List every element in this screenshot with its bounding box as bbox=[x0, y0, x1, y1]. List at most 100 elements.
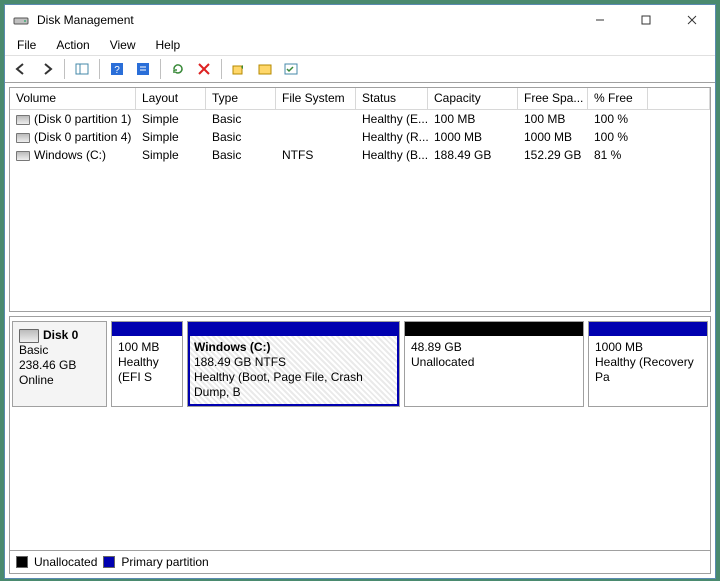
delete-button[interactable] bbox=[192, 58, 216, 80]
disk-icon bbox=[19, 329, 39, 343]
legend-unallocated: Unallocated bbox=[34, 555, 97, 569]
volume-pct: 81 % bbox=[588, 147, 648, 163]
partition-block[interactable]: 48.89 GBUnallocated bbox=[404, 321, 584, 407]
col-capacity[interactable]: Capacity bbox=[428, 88, 518, 110]
menu-file[interactable]: File bbox=[9, 36, 44, 54]
partition-block[interactable]: 100 MBHealthy (EFI S bbox=[111, 321, 183, 407]
disk-row: Disk 0 Basic 238.46 GB Online 100 MBHeal… bbox=[12, 321, 708, 407]
refresh-button[interactable] bbox=[166, 58, 190, 80]
drive-icon bbox=[16, 151, 30, 161]
disk-label[interactable]: Disk 0 Basic 238.46 GB Online bbox=[12, 321, 107, 407]
volume-capacity: 100 MB bbox=[428, 111, 518, 127]
close-button[interactable] bbox=[669, 5, 715, 35]
partition-size: 1000 MB bbox=[595, 340, 701, 355]
stripe-primary bbox=[112, 322, 182, 336]
legend-swatch-unallocated bbox=[16, 556, 28, 568]
partition-body: 48.89 GBUnallocated bbox=[405, 336, 583, 406]
legend-bar: Unallocated Primary partition bbox=[10, 550, 710, 573]
show-hide-console-tree-button[interactable] bbox=[70, 58, 94, 80]
stripe-primary bbox=[589, 322, 707, 336]
partition-size: 100 MB bbox=[118, 340, 176, 355]
menu-view[interactable]: View bbox=[102, 36, 144, 54]
properties-icon bbox=[135, 61, 151, 77]
minimize-icon bbox=[595, 15, 605, 25]
partition-status: Healthy (EFI S bbox=[118, 355, 176, 385]
volume-status: Healthy (E... bbox=[356, 111, 428, 127]
table-row[interactable]: (Disk 0 partition 1)SimpleBasicHealthy (… bbox=[10, 110, 710, 128]
partition-block[interactable]: Windows (C:)188.49 GB NTFSHealthy (Boot,… bbox=[187, 321, 400, 407]
col-freespace[interactable]: Free Spa... bbox=[518, 88, 588, 110]
col-type[interactable]: Type bbox=[206, 88, 276, 110]
partition-size: 188.49 GB NTFS bbox=[194, 355, 393, 370]
col-filesystem[interactable]: File System bbox=[276, 88, 356, 110]
legend-swatch-primary bbox=[103, 556, 115, 568]
volume-list-body[interactable]: (Disk 0 partition 1)SimpleBasicHealthy (… bbox=[10, 110, 710, 311]
svg-text:?: ? bbox=[114, 65, 120, 76]
disk-state: Online bbox=[19, 373, 100, 388]
volume-status: Healthy (B... bbox=[356, 147, 428, 163]
col-volume[interactable]: Volume bbox=[10, 88, 136, 110]
col-layout[interactable]: Layout bbox=[136, 88, 206, 110]
partition-body: 100 MBHealthy (EFI S bbox=[112, 336, 182, 406]
refresh-icon bbox=[170, 61, 186, 77]
drive-icon bbox=[16, 133, 30, 143]
list-icon bbox=[257, 61, 273, 77]
volume-capacity: 188.49 GB bbox=[428, 147, 518, 163]
minimize-button[interactable] bbox=[577, 5, 623, 35]
toolbar-separator bbox=[221, 59, 222, 79]
toolbar-separator bbox=[99, 59, 100, 79]
volume-free: 152.29 GB bbox=[518, 147, 588, 163]
menubar: File Action View Help bbox=[5, 35, 715, 55]
help-button[interactable]: ? bbox=[105, 58, 129, 80]
action-list-button[interactable] bbox=[279, 58, 303, 80]
volume-capacity: 1000 MB bbox=[428, 129, 518, 145]
volume-name: (Disk 0 partition 4) bbox=[10, 129, 136, 145]
volume-pct: 100 % bbox=[588, 111, 648, 127]
legend-primary: Primary partition bbox=[121, 555, 208, 569]
table-row[interactable]: Windows (C:)SimpleBasicNTFSHealthy (B...… bbox=[10, 146, 710, 164]
back-button[interactable] bbox=[9, 58, 33, 80]
volume-free: 100 MB bbox=[518, 111, 588, 127]
partition-status: Healthy (Recovery Pa bbox=[595, 355, 701, 385]
toolbar-separator bbox=[160, 59, 161, 79]
volume-type: Basic bbox=[206, 129, 276, 145]
volume-status: Healthy (R... bbox=[356, 129, 428, 145]
col-pctfree[interactable]: % Free bbox=[588, 88, 648, 110]
volume-layout: Simple bbox=[136, 129, 206, 145]
properties-button[interactable] bbox=[131, 58, 155, 80]
table-row[interactable]: (Disk 0 partition 4)SimpleBasic Healthy (… bbox=[10, 128, 710, 146]
maximize-button[interactable] bbox=[623, 5, 669, 35]
list-arrow-icon bbox=[231, 61, 247, 77]
disk-name: Disk 0 bbox=[43, 328, 78, 342]
col-status[interactable]: Status bbox=[356, 88, 428, 110]
toolbar: ? bbox=[5, 55, 715, 83]
partition-body: Windows (C:)188.49 GB NTFSHealthy (Boot,… bbox=[188, 336, 399, 406]
volume-name: Windows (C:) bbox=[10, 147, 136, 163]
volume-list-pane: Volume Layout Type File System Status Ca… bbox=[9, 87, 711, 312]
stripe-unallocated bbox=[405, 322, 583, 336]
titlebar[interactable]: Disk Management bbox=[5, 5, 715, 35]
partition-body: 1000 MBHealthy (Recovery Pa bbox=[589, 336, 707, 406]
partition-track: 100 MBHealthy (EFI SWindows (C:)188.49 G… bbox=[107, 321, 708, 407]
settings-bottom-button[interactable] bbox=[253, 58, 277, 80]
app-icon bbox=[13, 12, 29, 28]
volume-fs bbox=[276, 118, 356, 120]
volume-fs: NTFS bbox=[276, 147, 356, 163]
volume-pct: 100 % bbox=[588, 129, 648, 145]
stripe-primary bbox=[188, 322, 399, 336]
toolbar-separator bbox=[64, 59, 65, 79]
window-root: Disk Management File Action View Help bbox=[4, 4, 716, 579]
menu-help[interactable]: Help bbox=[148, 36, 189, 54]
volume-layout: Simple bbox=[136, 147, 206, 163]
settings-top-button[interactable] bbox=[227, 58, 251, 80]
close-icon bbox=[687, 15, 697, 25]
drive-icon bbox=[16, 115, 30, 125]
partition-block[interactable]: 1000 MBHealthy (Recovery Pa bbox=[588, 321, 708, 407]
partition-status: Unallocated bbox=[411, 355, 577, 370]
panel-icon bbox=[74, 61, 90, 77]
help-icon: ? bbox=[109, 61, 125, 77]
menu-action[interactable]: Action bbox=[48, 36, 97, 54]
volume-fs bbox=[276, 136, 356, 138]
forward-button[interactable] bbox=[35, 58, 59, 80]
volume-list-header: Volume Layout Type File System Status Ca… bbox=[10, 88, 710, 110]
